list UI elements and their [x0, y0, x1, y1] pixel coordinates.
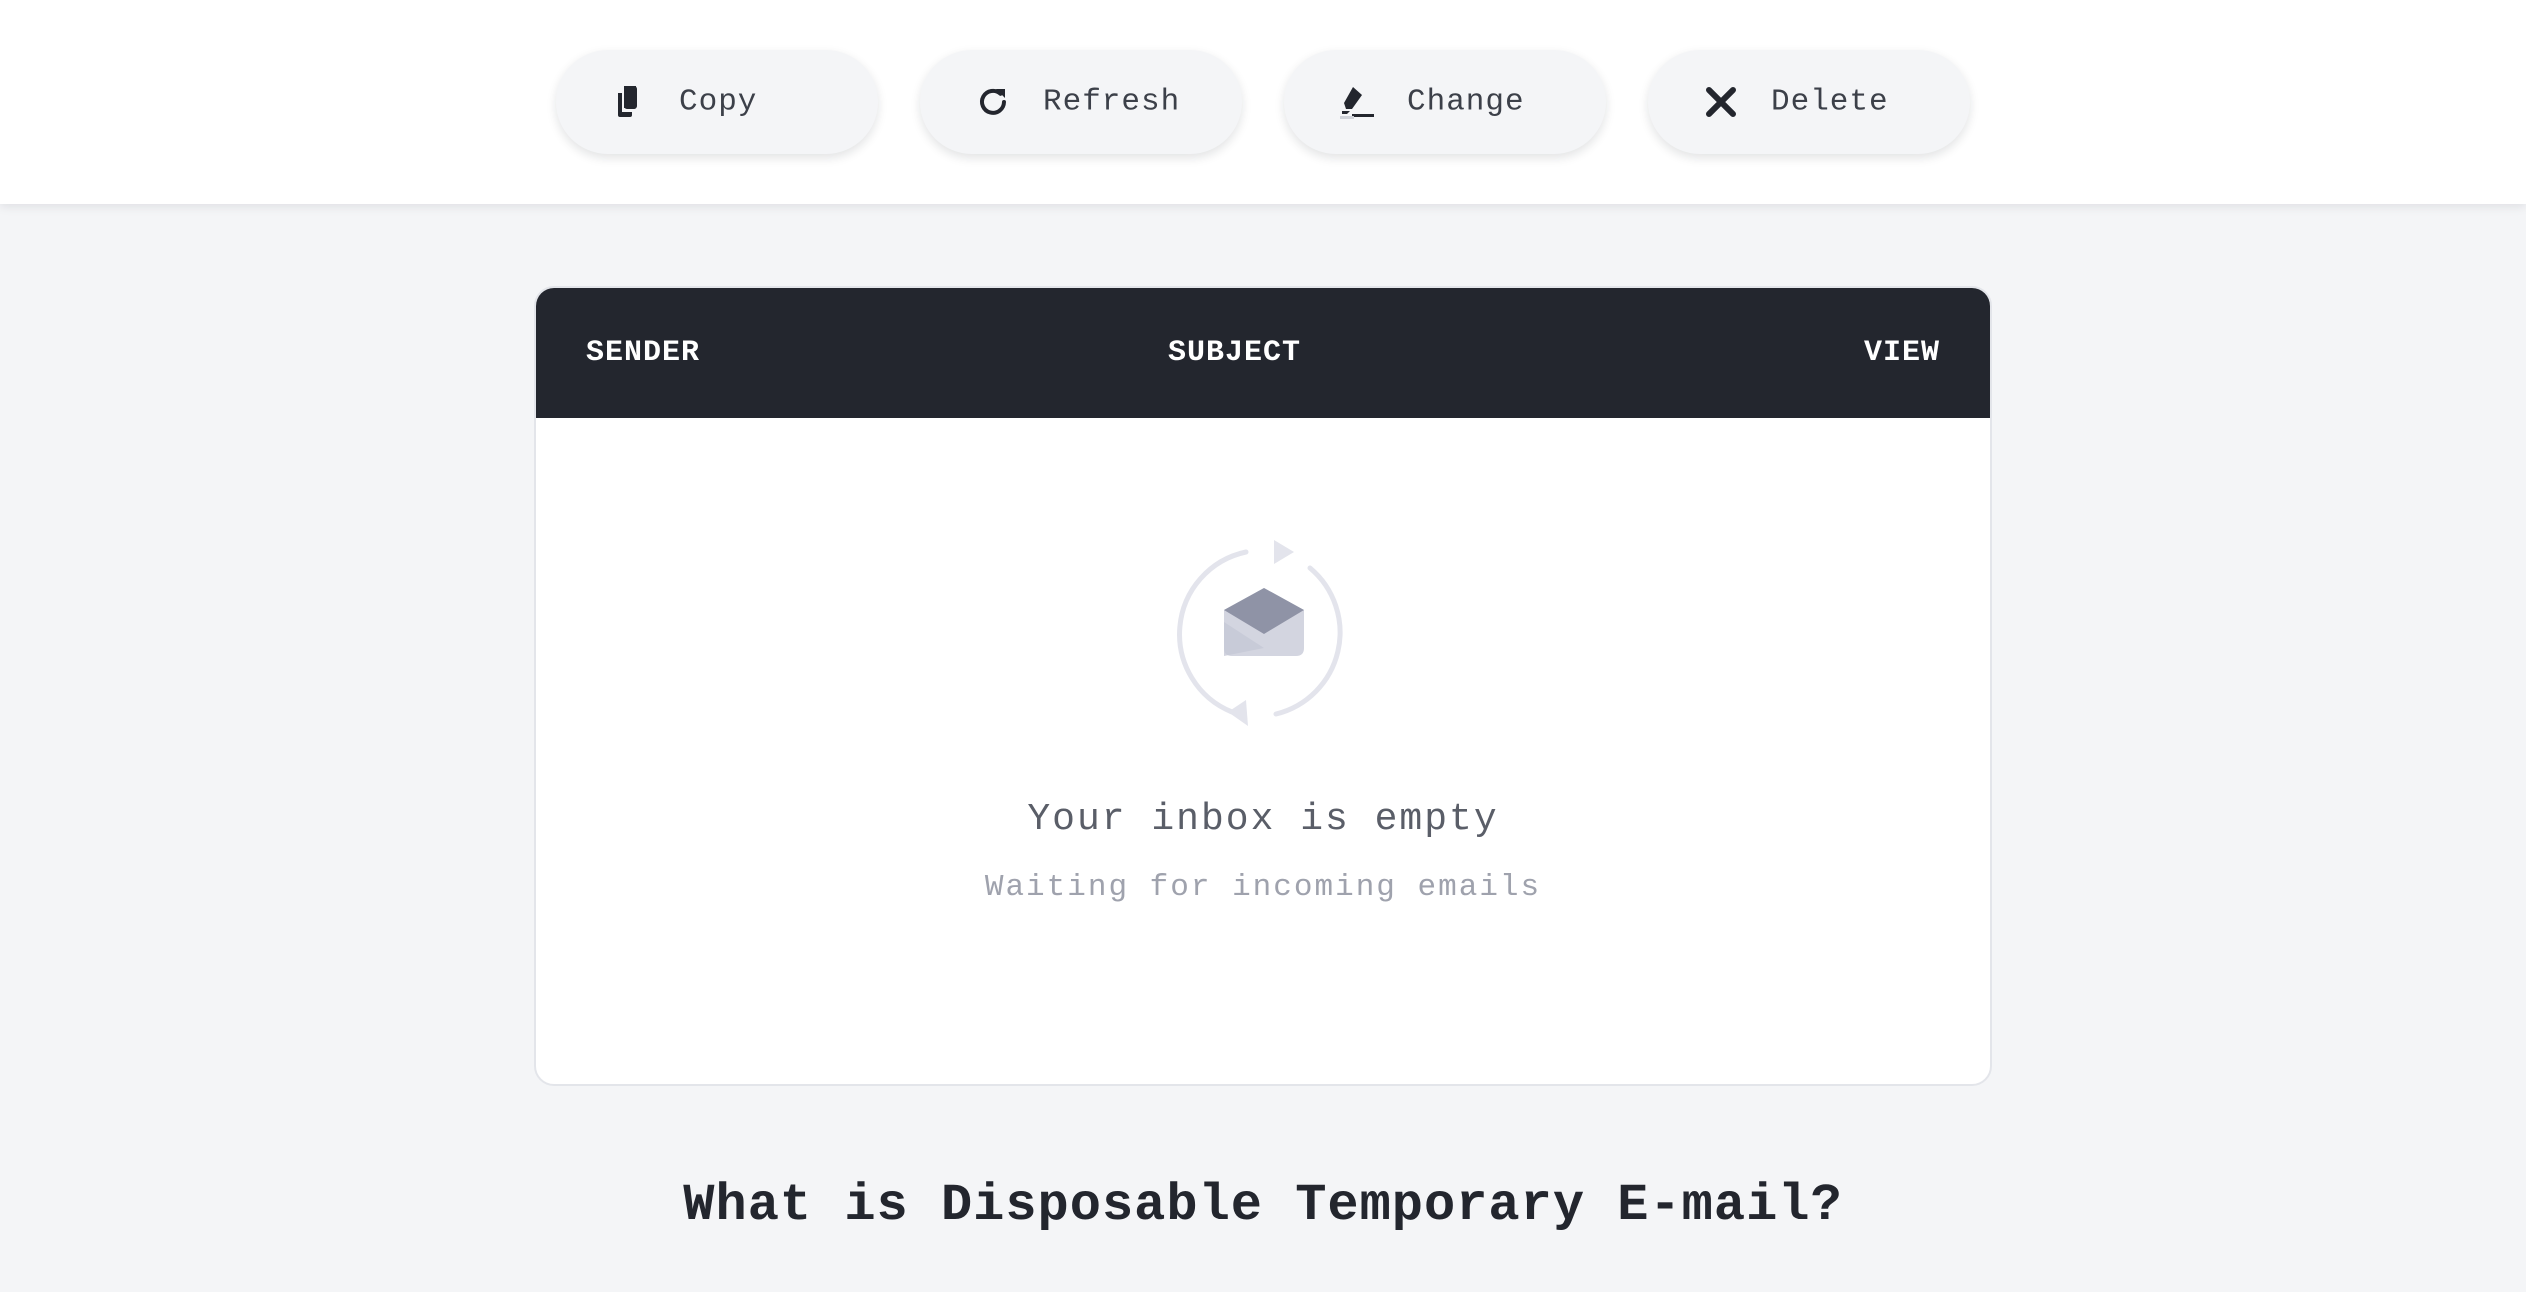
empty-inbox-subtitle: Waiting for incoming emails	[984, 870, 1542, 905]
empty-inbox-icon	[1176, 538, 1352, 728]
copy-icon	[608, 81, 650, 123]
copy-button[interactable]: Copy	[556, 50, 878, 154]
refresh-button-label: Refresh	[1043, 84, 1181, 120]
empty-inbox-title: Your inbox is empty	[1027, 798, 1499, 841]
inbox-table-header: SENDER SUBJECT VIEW	[536, 288, 1990, 418]
change-button-label: Change	[1407, 84, 1525, 120]
refresh-button[interactable]: Refresh	[920, 50, 1242, 154]
copy-button-label: Copy	[679, 84, 758, 120]
section-heading: What is Disposable Temporary E-mail?	[683, 1176, 1843, 1235]
close-icon	[1700, 81, 1742, 123]
change-button[interactable]: Change	[1284, 50, 1606, 154]
inbox-empty-state: Your inbox is empty Waiting for incoming…	[536, 418, 1990, 1084]
column-header-subject: SUBJECT	[1168, 336, 1302, 370]
inbox-table: SENDER SUBJECT VIEW Your inbox is empty …	[534, 286, 1992, 1086]
column-header-sender: SENDER	[586, 336, 701, 370]
action-toolbar: Copy Refresh Change Delete	[0, 0, 2526, 204]
refresh-icon	[972, 81, 1014, 123]
delete-button-label: Delete	[1771, 84, 1889, 120]
column-header-view: VIEW	[1863, 336, 1940, 370]
pen-icon	[1336, 81, 1378, 123]
delete-button[interactable]: Delete	[1648, 50, 1970, 154]
